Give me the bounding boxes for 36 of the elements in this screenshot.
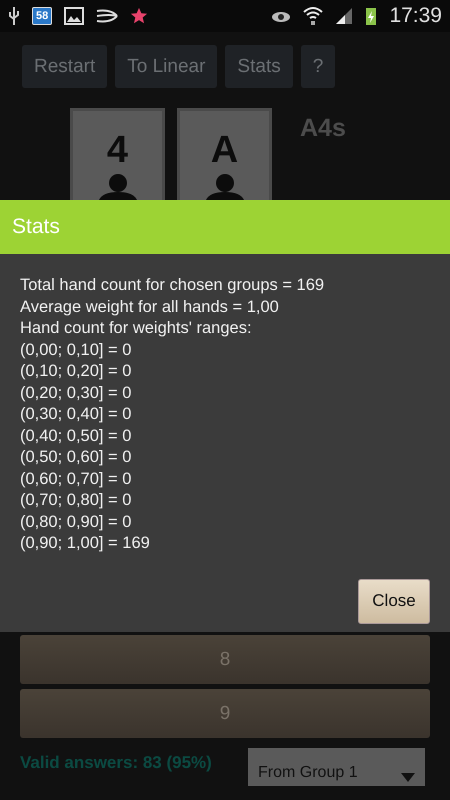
toolbar-button[interactable]: Restart xyxy=(22,45,108,88)
stats-line: (0,20; 0,30] = 0 xyxy=(20,382,132,404)
stats-line: (0,40; 0,50] = 0 xyxy=(20,426,132,446)
image-icon xyxy=(64,7,84,25)
clock-time: 17:39 xyxy=(389,4,442,28)
usb-icon xyxy=(8,6,20,26)
dialog-title: Stats xyxy=(12,215,60,239)
stats-line: Hand count for weights' ranges: xyxy=(20,318,253,339)
stats-line: (0,90; 1,00] = 169 xyxy=(20,533,151,554)
card-rank: 4 xyxy=(106,131,128,169)
toolbar-button[interactable]: Stats xyxy=(225,45,293,88)
stats-line: (0,30; 0,40] = 0 xyxy=(20,404,132,425)
eye-icon xyxy=(271,9,292,23)
hand-label: A4s xyxy=(300,114,346,144)
stats-line: (0,60; 0,70] = 0 xyxy=(20,468,132,490)
close-button[interactable]: Close xyxy=(358,578,430,624)
group-dropdown[interactable]: From Group 1 xyxy=(248,748,425,786)
toolbar-button[interactable]: ? xyxy=(300,45,336,88)
wifi-icon xyxy=(303,6,324,26)
toolbar-button[interactable]: To Linear xyxy=(115,45,218,88)
battery-icon xyxy=(365,6,378,26)
stats-line: Average weight for all hands = 1,00 xyxy=(20,296,280,318)
card-rank: A xyxy=(210,131,238,169)
stats-line: (0,00; 0,10] = 0 xyxy=(20,340,132,360)
stats-line: Total hand count for chosen groups = 169 xyxy=(20,275,326,296)
signal-icon xyxy=(335,7,354,25)
stats-line: (0,10; 0,20] = 0 xyxy=(20,361,132,382)
stats-line: (0,80; 0,90] = 0 xyxy=(20,512,132,532)
notification-badge: 58 xyxy=(32,7,52,25)
star-icon xyxy=(130,7,148,25)
answer-button[interactable]: 9 xyxy=(20,689,430,738)
stats-line: (0,50; 0,60] = 0 xyxy=(20,447,132,468)
caret-icon xyxy=(401,773,415,782)
stats-line: (0,70; 0,80] = 0 xyxy=(20,490,132,511)
valid-answers-text: Valid answers: 83 (95%) xyxy=(20,753,212,773)
answer-button[interactable]: 8 xyxy=(20,635,430,684)
